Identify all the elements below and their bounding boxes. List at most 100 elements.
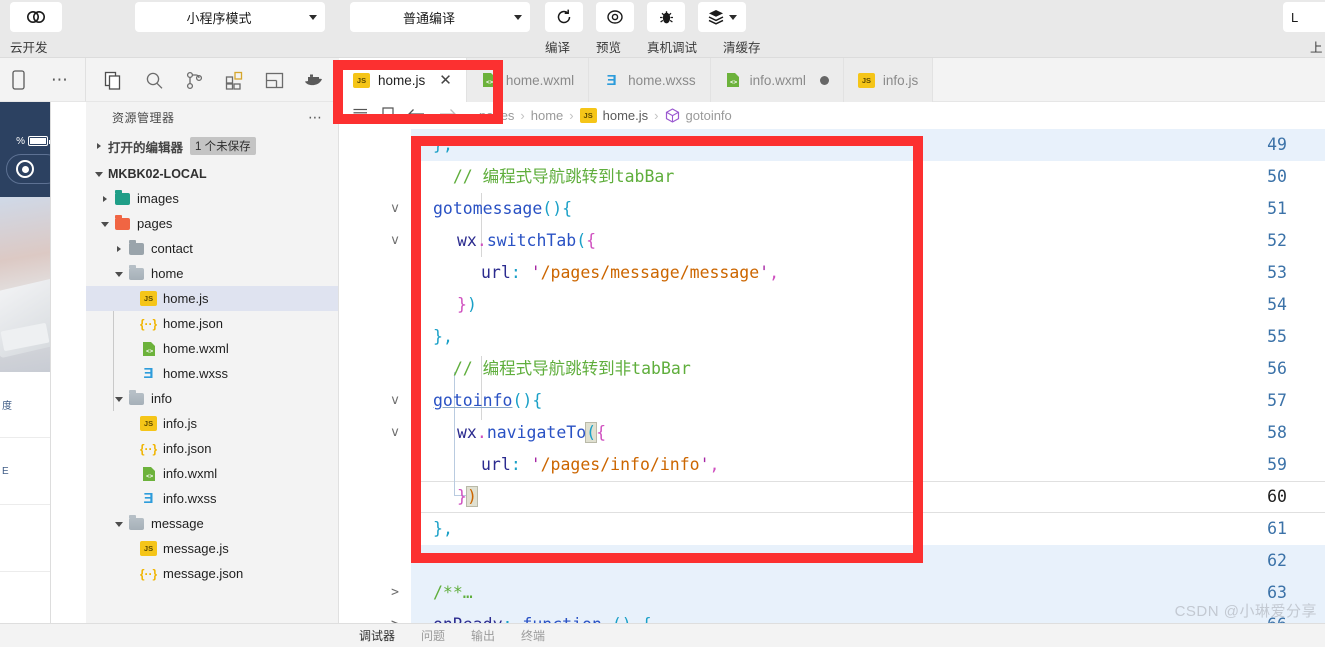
tree-item-home-json[interactable]: {··} home.json (86, 311, 338, 336)
tab-home-wxml[interactable]: <> home.wxml (466, 58, 590, 102)
tree-item-home-wxss[interactable]: Ǝ home.wxss (86, 361, 338, 386)
fold-chevron-icon[interactable]: v (387, 417, 403, 449)
breadcrumb-item-pages[interactable]: pages (479, 108, 514, 123)
compile-mode-select[interactable]: 普通编译 (350, 2, 530, 32)
tree-item-info-wxss[interactable]: Ǝ info.wxss (86, 486, 338, 511)
tab-home-wxss[interactable]: Ǝ home.wxss (589, 58, 711, 102)
cloud-dev-icon (27, 11, 45, 23)
simulator-capsule-button[interactable] (6, 154, 50, 184)
tree-item-message[interactable]: message (86, 511, 338, 536)
panel-tab-output[interactable]: 输出 (471, 627, 495, 644)
tree-item-images[interactable]: images (86, 186, 338, 211)
simulator-list-item[interactable]: 度 (0, 372, 50, 438)
cloud-dev-button[interactable] (10, 2, 62, 32)
upload-button[interactable]: L (1283, 2, 1325, 32)
code-line: wx.switchTab({ (457, 231, 597, 250)
fold-chevron-icon[interactable]: > (387, 577, 403, 609)
source-control-icon[interactable] (182, 68, 206, 92)
arrow-left-icon[interactable] (408, 108, 425, 123)
simulator-toolbar: ⋯ (0, 58, 86, 102)
open-editors-section[interactable]: 打开的编辑器 1 个未保存 (86, 134, 338, 158)
tab-bar-filler (933, 58, 1325, 101)
tree-item-message-json[interactable]: {··} message.json (86, 561, 338, 586)
js-file-icon: JS (140, 541, 157, 556)
simulator-icon[interactable] (6, 68, 30, 92)
panel-tab-problems[interactable]: 问题 (421, 627, 445, 644)
tab-info-js[interactable]: JS info.js (843, 58, 934, 102)
tree-item-pages[interactable]: pages (86, 211, 338, 236)
breadcrumb-separator: › (569, 108, 574, 123)
tree-item-info[interactable]: info (86, 386, 338, 411)
unsaved-dot-icon[interactable] (819, 75, 829, 85)
tree-item-label: home.wxml (163, 341, 229, 356)
chevron-right-icon (100, 193, 112, 205)
layers-button[interactable] (698, 2, 746, 32)
chevron-down-icon (100, 218, 112, 230)
bookmark-icon[interactable] (382, 106, 394, 125)
tree-item-info-wxml[interactable]: <> info.wxml (86, 461, 338, 486)
tree-item-home[interactable]: home (86, 261, 338, 286)
fold-chevron-icon[interactable]: > (387, 609, 403, 623)
code-line: }) (457, 486, 478, 507)
breadcrumb-item-home-js[interactable]: home.js (603, 108, 649, 123)
files-glyph (104, 71, 120, 90)
toolbar-label-real-device-debug[interactable]: 真机调试 (647, 37, 697, 56)
extensions-icon[interactable] (222, 68, 246, 92)
toolbar-label-preview[interactable]: 预览 (596, 37, 621, 56)
chevron-down-icon (114, 518, 126, 530)
cloud-dev-label[interactable]: 云开发 (10, 37, 48, 56)
mode-select-label: 小程序模式 (186, 10, 252, 26)
breadcrumb-item-home[interactable]: home (531, 108, 564, 123)
fold-chevron-icon[interactable]: v (387, 193, 403, 225)
tree-item-label: info.wxss (163, 491, 217, 506)
fold-chevron-icon[interactable]: v (387, 385, 403, 417)
tree-item-home-js[interactable]: JS home.js (86, 286, 338, 311)
editor-area: JS home.js ✕ <> home.wxml Ǝ home.wxss <>… (339, 58, 1325, 623)
tab-info-wxml[interactable]: <> info.wxml (710, 58, 844, 102)
svg-text:<>: <> (730, 79, 738, 86)
explorer-files-icon[interactable] (101, 68, 125, 92)
toolbar-label-upload[interactable]: 上 (1310, 37, 1323, 56)
debug-button[interactable] (647, 2, 685, 32)
simulator-list-item[interactable]: E (0, 439, 50, 505)
mode-select[interactable]: 小程序模式 (135, 2, 325, 32)
chevron-down-icon (309, 14, 317, 20)
tree-item-message-js[interactable]: JS message.js (86, 536, 338, 561)
toolbar-controls-row: 小程序模式 普通编译 L (0, 0, 1325, 34)
refresh-button[interactable] (545, 2, 583, 32)
folder-open-icon (128, 514, 145, 532)
tree-item-label: contact (151, 241, 193, 256)
tree-item-info-json[interactable]: {··} info.json (86, 436, 338, 461)
more-ellipsis-icon[interactable]: ⋯ (308, 109, 324, 126)
breadcrumb-item-gotoinfo[interactable]: gotoinfo (686, 108, 732, 123)
tree-item-info-js[interactable]: JS info.js (86, 411, 338, 436)
tree-item-label: info (151, 391, 172, 406)
search-icon[interactable] (142, 68, 166, 92)
simulator-list-item[interactable] (0, 506, 50, 572)
list-outline-icon[interactable] (353, 108, 368, 124)
upload-button-label: L (1291, 9, 1299, 25)
breadcrumb: pages › home › JS home.js › gotoinfo (339, 102, 1325, 129)
wxss-file-icon: Ǝ (143, 365, 154, 382)
fold-chevron-icon[interactable]: v (387, 225, 403, 257)
panel-tab-debugger[interactable]: 调试器 (359, 627, 395, 644)
wxml-file-icon: <> (140, 466, 157, 482)
layout-panel-icon[interactable] (262, 68, 286, 92)
preview-button[interactable] (596, 2, 634, 32)
arrow-right-icon[interactable] (439, 108, 456, 123)
panel-tab-terminal[interactable]: 终端 (521, 627, 545, 644)
chevron-down-icon (114, 268, 126, 280)
tree-item-home-wxml[interactable]: <> home.wxml (86, 336, 338, 361)
folder-grey-icon (128, 239, 145, 257)
toolbar-label-compile[interactable]: 编译 (545, 37, 570, 56)
tab-home-js[interactable]: JS home.js ✕ (339, 58, 467, 102)
close-icon[interactable]: ✕ (439, 73, 452, 88)
line-number: 56 (1267, 359, 1287, 378)
docker-icon[interactable] (302, 68, 326, 92)
workspace-root-row[interactable]: MKBK02-LOCAL (86, 161, 338, 186)
toolbar-label-clear-cache[interactable]: 清缓存 (723, 37, 761, 56)
tree-item-contact[interactable]: contact (86, 236, 338, 261)
code-editor[interactable]: 49 }, 50 // 编程式导航跳转到tabBar 51 v gotomess… (339, 129, 1325, 623)
simulator-more-ellipsis-icon[interactable]: ⋯ (48, 68, 72, 92)
open-editors-label: 打开的编辑器 (108, 140, 184, 155)
